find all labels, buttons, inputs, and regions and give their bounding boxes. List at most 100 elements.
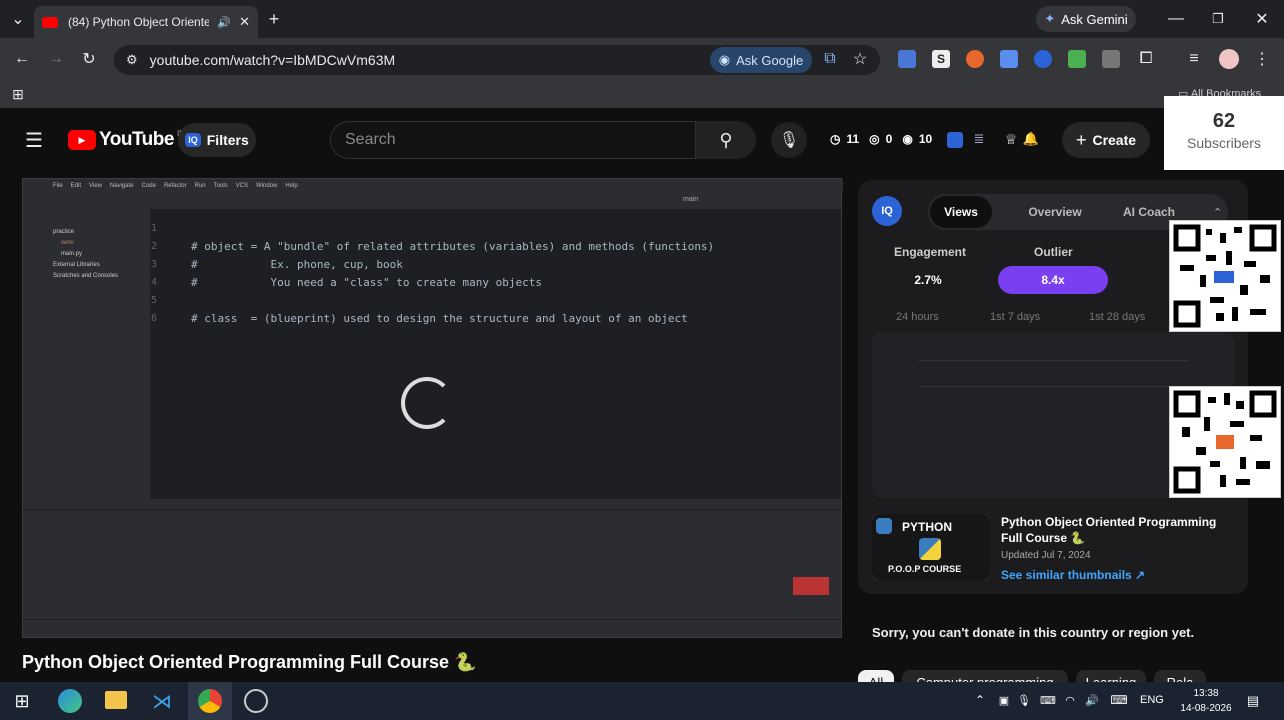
create-button[interactable]: + Create: [1062, 122, 1150, 158]
speaker-icon[interactable]: 🔊: [217, 16, 231, 29]
stats-row: ◷ 11 ◎ 0 ◉ 10: [830, 132, 932, 146]
profile-avatar[interactable]: [1219, 49, 1239, 69]
extension-iq-icon[interactable]: [1034, 50, 1052, 68]
extension-s-icon[interactable]: S: [932, 50, 950, 68]
video-thumbnail[interactable]: PYTHON P.O.O.P COURSE: [872, 514, 990, 580]
translate-icon[interactable]: ⧉: [820, 49, 840, 69]
bookmark-star-icon[interactable]: ☆: [850, 49, 870, 69]
qr-code-2: [1169, 386, 1281, 498]
ide-menu-4: Code: [141, 183, 156, 189]
project-item-2: main.py: [61, 251, 83, 257]
tab-overview[interactable]: Overview: [1020, 196, 1090, 228]
code-line-text: # You need a "class" to create many obje…: [191, 276, 542, 289]
subscriber-count: 62: [1212, 110, 1236, 132]
tab-views[interactable]: Views: [930, 196, 992, 228]
windows-taskbar: ⊞ ⋊ ⌃ ▣ 🎙 ⌨ ◠ 🔊 ⌨ ENG 13:38 14-08-2026 ▤: [0, 682, 1284, 720]
video-player[interactable]: File Edit View Navigate Code Refactor Ru…: [22, 178, 843, 638]
apps-grid-icon[interactable]: ⊞: [8, 84, 28, 104]
clock[interactable]: 13:38 14-08-2026: [1176, 686, 1236, 716]
code-line-number: 1: [151, 223, 158, 234]
file-explorer-icon[interactable]: [105, 691, 127, 709]
tab-list-icon[interactable]: ⌄: [8, 9, 28, 29]
code-line-number: 5: [151, 295, 158, 306]
voice-search-icon[interactable]: 🎙: [771, 122, 807, 158]
ide-project-panel: practice venv main.py External Libraries…: [23, 209, 151, 499]
ask-gemini-button[interactable]: ✦ Ask Gemini: [1036, 6, 1136, 32]
hamburger-menu-icon[interactable]: ☰: [22, 129, 46, 152]
gemini-icon: ✦: [1044, 11, 1056, 26]
close-tab-icon[interactable]: ✕: [239, 14, 250, 30]
minimize-icon[interactable]: —: [1166, 9, 1186, 29]
engagement-value: 2.7%: [872, 266, 984, 294]
filters-button[interactable]: IQ Filters: [178, 123, 256, 157]
project-item-1: venv: [61, 240, 74, 246]
language-indicator[interactable]: ENG: [1140, 694, 1164, 706]
ide-menu-7: Tools: [213, 183, 228, 189]
youtube-logo[interactable]: ▶ YouTube IN: [68, 129, 185, 151]
thumbnail-subtitle: P.O.O.P COURSE: [888, 564, 962, 574]
tray-mic-icon[interactable]: 🎙: [1016, 692, 1032, 708]
ide-menu-8: VCS: [235, 183, 249, 189]
code-line-number: 6: [151, 313, 158, 324]
extension-docs-icon[interactable]: [1000, 50, 1018, 68]
stat-2: 0: [885, 132, 893, 146]
subscriber-counter-overlay: 62 Subscribers: [1164, 96, 1284, 170]
clock-time: 13:38: [1193, 688, 1219, 699]
close-window-icon[interactable]: ✕: [1252, 9, 1272, 29]
period-28d[interactable]: 1st 28 days: [1089, 311, 1145, 323]
youtube-favicon-icon: [42, 16, 58, 28]
extension-orange-icon[interactable]: [966, 50, 984, 68]
chrome-taskbar-item[interactable]: [188, 682, 232, 720]
extension-translate-icon[interactable]: [898, 50, 916, 68]
ask-gemini-label: Ask Gemini: [1061, 11, 1128, 27]
browser-tab-bar: ⌄ (84) Python Object Oriented 🔊 ✕ + ✦ As…: [0, 0, 1284, 38]
project-item-0: practice: [53, 229, 75, 235]
ide-menu-5: Refactor: [163, 183, 187, 189]
ide-menu-1: Edit: [70, 183, 82, 189]
chrome-icon: [198, 689, 222, 713]
python-logo-icon: [876, 518, 892, 534]
obs-recorder-icon[interactable]: [244, 689, 268, 713]
tray-chevron-icon[interactable]: ⌃: [972, 692, 988, 708]
windows-start-icon[interactable]: ⊞: [10, 690, 34, 712]
reading-list-icon[interactable]: ≡: [1184, 49, 1204, 69]
clock-date: 14-08-2026: [1180, 703, 1232, 714]
forward-icon[interactable]: →: [46, 49, 66, 69]
related-video-title[interactable]: Python Object Oriented Programming Full …: [1001, 514, 1233, 546]
back-icon[interactable]: ←: [12, 49, 32, 69]
iq-filter-icon: IQ: [185, 133, 201, 147]
maximize-icon[interactable]: ❐: [1208, 9, 1228, 29]
donate-notice: Sorry, you can't donate in this country …: [872, 625, 1195, 640]
iq-icon[interactable]: [947, 132, 963, 148]
period-24h[interactable]: 24 hours: [896, 311, 939, 323]
wifi-icon[interactable]: ◠: [1062, 692, 1078, 708]
ask-google-button[interactable]: ◉ Ask Google: [710, 47, 812, 73]
tray-camera-icon[interactable]: ▣: [996, 692, 1012, 708]
vscode-icon[interactable]: ⋊: [150, 689, 174, 713]
keyboard-icon[interactable]: ⌨: [1108, 692, 1130, 708]
edge-browser-icon[interactable]: [58, 689, 82, 713]
reload-icon[interactable]: ↻: [79, 49, 99, 69]
new-tab-button[interactable]: +: [262, 8, 286, 30]
site-info-icon[interactable]: ⚙: [126, 52, 138, 68]
search-button[interactable]: ⚲: [696, 121, 756, 159]
collapse-chevron-icon[interactable]: ⌃: [1213, 206, 1222, 219]
extension-gray-icon[interactable]: [1102, 50, 1120, 68]
browser-tab[interactable]: (84) Python Object Oriented 🔊 ✕: [34, 6, 258, 38]
trophy-icon[interactable]: ♕: [1002, 130, 1020, 148]
notifications-icon[interactable]: 🔔: [1022, 130, 1040, 148]
period-7d[interactable]: 1st 7 days: [990, 311, 1040, 323]
volume-icon[interactable]: 🔊: [1084, 692, 1100, 708]
notification-center-icon[interactable]: ▤: [1244, 692, 1262, 710]
create-label: Create: [1092, 132, 1137, 148]
queue-icon[interactable]: ≣: [970, 130, 988, 148]
browser-menu-icon[interactable]: ⋮: [1252, 49, 1272, 69]
see-similar-link[interactable]: See similar thumbnails ↗: [1001, 568, 1145, 582]
tray-language-icon[interactable]: ⌨: [1040, 692, 1056, 708]
outlier-label: Outlier: [1034, 245, 1073, 259]
subscriber-label: Subscribers: [1187, 135, 1261, 151]
extensions-puzzle-icon[interactable]: ⧠: [1136, 49, 1156, 69]
extension-green-icon[interactable]: [1068, 50, 1086, 68]
search-input[interactable]: Search: [330, 121, 696, 159]
youtube-play-icon: ▶: [68, 130, 96, 150]
